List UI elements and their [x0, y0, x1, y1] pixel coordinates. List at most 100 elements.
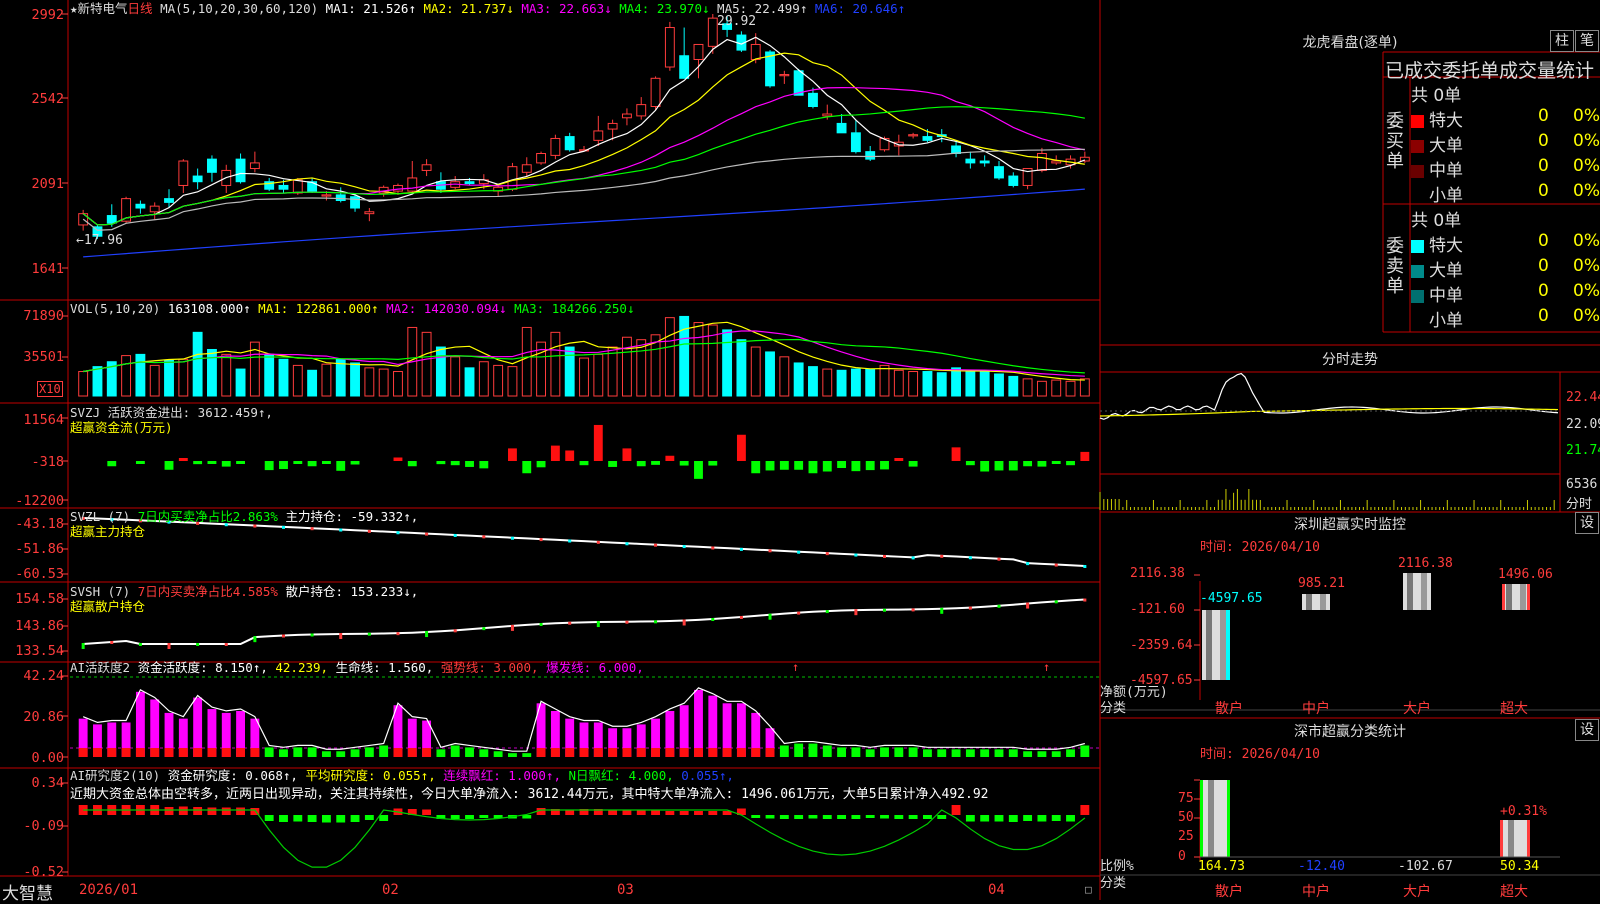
candle-body: [407, 177, 418, 192]
sz-monitor-title: 深圳超赢实时监控: [1294, 517, 1406, 533]
row-name: 特大: [1429, 236, 1463, 256]
bar-mode-button[interactable]: 柱: [1550, 30, 1574, 52]
sz-class-settings-button[interactable]: 设: [1575, 719, 1599, 741]
flow-bar: [765, 461, 775, 471]
flow-bar: [980, 461, 990, 472]
main-holding-marker: [625, 542, 629, 546]
flow-bar: [178, 458, 188, 461]
research-bar: [837, 815, 847, 819]
volume-bar: [92, 366, 103, 397]
date-label-4: 04: [988, 882, 1005, 898]
volume-bar: [192, 331, 203, 397]
main-holding-marker: [768, 549, 772, 553]
flow-bar: [894, 458, 904, 461]
super-net-edge: [1502, 584, 1505, 610]
research-bar: [164, 807, 174, 815]
activity-base: [78, 748, 88, 757]
super-ratio-bar-edge: [1500, 820, 1503, 857]
szm-cat-3: 超大: [1500, 701, 1528, 717]
period-label[interactable]: 日线: [128, 1, 153, 16]
flow-bar: [1051, 461, 1061, 464]
activity-bar: [894, 747, 904, 757]
main-chart-canvas[interactable]: ↑ ↑: [0, 0, 1600, 900]
activity-bar: [980, 749, 990, 757]
candle-body: [865, 151, 876, 160]
flow-bar: [135, 461, 145, 464]
activity-base: [751, 748, 761, 757]
row-percent: 0%: [1573, 181, 1600, 201]
activity-bar: [1023, 751, 1033, 757]
volume-bar: [521, 326, 532, 397]
main-holding-marker: [253, 524, 257, 528]
activity-base: [107, 748, 117, 757]
row-count: 0: [1538, 281, 1549, 301]
retail-holding-marker: [997, 604, 1001, 608]
research-bar: [1008, 815, 1018, 822]
flow-bar: [994, 461, 1004, 471]
flow-bar: [636, 461, 646, 467]
activity-base: [193, 748, 203, 757]
research-bar: [450, 815, 460, 819]
row-name: 大单: [1429, 261, 1463, 281]
activity-signal-arrow: ↑: [792, 660, 799, 674]
flow-bar: [107, 461, 117, 467]
flow-bar: [708, 461, 718, 466]
flow-bar: [965, 461, 975, 466]
flow-bar: [951, 447, 961, 461]
retail-holding-line: [83, 598, 1085, 645]
activity-base: [164, 748, 174, 757]
candle-body: [192, 175, 203, 183]
volume-bar: [808, 366, 818, 397]
research-bar: [994, 815, 1004, 822]
research-bar: [694, 811, 703, 815]
volume-bar: [850, 368, 861, 397]
tick-mode-button[interactable]: 笔: [1575, 30, 1599, 52]
activity-base: [651, 748, 660, 757]
volume-bar: [765, 351, 775, 397]
activity-base: [579, 748, 589, 757]
sz-monitor-settings-button[interactable]: 设: [1575, 512, 1599, 534]
main-holding-marker: [367, 529, 371, 533]
lock-icon[interactable]: □: [1085, 883, 1092, 896]
activity-bar: [865, 749, 875, 757]
flow-bar: [651, 461, 660, 465]
retail-holding-marker: [81, 643, 85, 649]
candle-body: [550, 137, 561, 156]
flow-bar: [479, 461, 489, 469]
stock-name[interactable]: 新特电气: [78, 1, 128, 16]
row-name: 小单: [1429, 186, 1463, 206]
volume-bar: [78, 371, 89, 397]
research-bar: [608, 810, 618, 815]
activity-bar: [336, 751, 346, 757]
activity-bar: [851, 747, 861, 757]
candle-body: [106, 215, 117, 224]
main-holding-marker: [797, 550, 801, 554]
main-holding-marker: [310, 527, 314, 531]
szc-axis-2: 25: [1178, 829, 1194, 844]
volume-bar: [121, 355, 132, 397]
star-icon: ★: [70, 1, 78, 16]
flow-bar: [508, 448, 517, 461]
research-bar: [1023, 815, 1033, 821]
activity-base: [665, 748, 675, 757]
svzl-sub: 超赢主力持仓: [70, 524, 146, 539]
flow-bar: [236, 461, 245, 464]
candle-body: [593, 130, 604, 141]
szm-cat-2: 大户: [1403, 701, 1431, 717]
volume-bar: [1051, 379, 1062, 397]
ma4-value: MA4: 23.970↓: [619, 1, 710, 16]
main-holding-marker: [940, 554, 944, 558]
vol-ma2: MA2: 142030.094↓: [386, 301, 507, 316]
legend-swatch-icon: [1411, 315, 1424, 328]
activity-base: [135, 748, 145, 757]
flow-bar: [293, 461, 303, 464]
main-holding-line: [83, 517, 1085, 567]
main-holding-marker: [968, 556, 972, 560]
svzj-header: SVZJ 活跃资金进出: 3612.459↑,: [70, 405, 273, 420]
flow-bar: [1023, 461, 1033, 467]
ma1-value: MA1: 21.526↑: [325, 1, 416, 16]
activity-base: [250, 748, 260, 757]
flow-bar: [536, 461, 546, 468]
research-bar: [1066, 815, 1075, 822]
intraday-unit: 分时: [1566, 497, 1593, 512]
